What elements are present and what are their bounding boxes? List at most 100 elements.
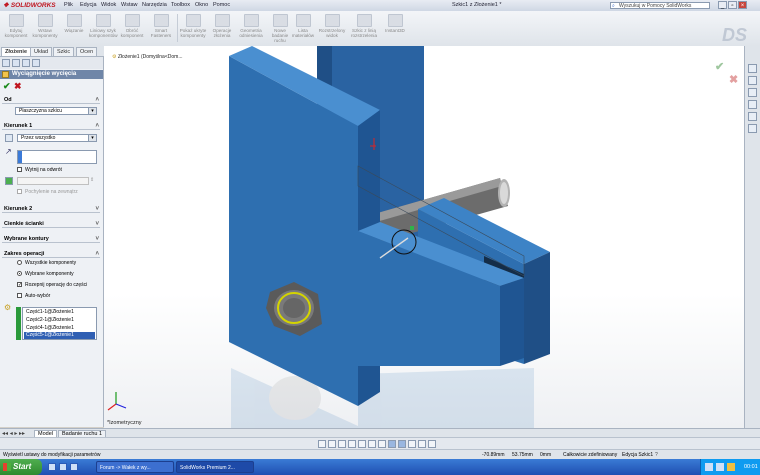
realview-icon[interactable] [418, 440, 426, 448]
configuration-icon[interactable] [22, 59, 30, 67]
selected-contours-group-header[interactable]: Wybrane kontury ˅ [2, 235, 100, 243]
command-manager: Edytuj komponent Wstaw komponenty Wiązan… [0, 11, 760, 47]
close-button[interactable]: × [738, 1, 747, 9]
spinner-icon[interactable]: ⇕ [90, 177, 94, 183]
propagate-checkbox[interactable]: ✓ [17, 282, 22, 288]
direction1-group-header[interactable]: Kierunek 1 ˄ [2, 122, 100, 130]
front-plate[interactable] [229, 46, 380, 406]
list-item-selected[interactable]: Część5-1@Złożenie1 [24, 332, 95, 339]
section-view-icon[interactable] [348, 440, 356, 448]
file-explorer-icon[interactable] [748, 88, 757, 97]
design-library-icon[interactable] [748, 76, 757, 85]
end-condition-select[interactable]: Przez wszystko ▾ [17, 134, 97, 142]
scope-all-radio[interactable] [17, 260, 22, 265]
from-group-header[interactable]: Od ˄ [2, 96, 100, 104]
tab-evaluate[interactable]: Ocen [76, 47, 98, 56]
tool-instant3d[interactable]: Instant3D [381, 14, 409, 33]
draft-angle-input[interactable] [17, 177, 89, 185]
direction-selection-box[interactable] [17, 150, 97, 164]
draft-icon[interactable] [5, 177, 13, 185]
tool-insert-components[interactable]: Wstaw komponenty [31, 14, 59, 38]
shadows-icon[interactable] [428, 440, 436, 448]
previous-view-icon[interactable] [338, 440, 346, 448]
restore-button[interactable]: ▫ [728, 1, 737, 9]
feature-scope-group-header[interactable]: Zakres operacji ˄ [2, 250, 100, 258]
thin-feature-group-header[interactable]: Cienkie ścianki ˅ [2, 220, 100, 228]
view-palette-icon[interactable] [748, 100, 757, 109]
menu-tools[interactable]: Narzędzia [142, 2, 167, 8]
tool-assembly-features[interactable]: Operacje złożenia [208, 14, 236, 38]
tool-smart-fasteners[interactable]: Smart Fasteners [147, 14, 175, 38]
start-button[interactable]: Start [0, 459, 42, 475]
zoom-area-icon[interactable] [328, 440, 336, 448]
network-icon[interactable] [705, 463, 713, 471]
tool-explode-line-sketch[interactable]: Szkic z linią rozstrzelenia [350, 14, 378, 38]
instant3d-icon [387, 14, 403, 27]
list-item[interactable]: Część1-1@Złożenie1 [24, 309, 95, 316]
ok-button[interactable]: ✔ [3, 81, 11, 92]
view-orientation-icon[interactable] [358, 440, 366, 448]
direction2-group-header[interactable]: Kierunek 2 ˅ [2, 205, 100, 213]
menu-insert[interactable]: Wstaw [121, 2, 138, 8]
menu-window[interactable]: Okno [195, 2, 208, 8]
scope-selected-radio[interactable] [17, 271, 22, 276]
volume-icon[interactable] [716, 463, 724, 471]
display-manager-icon[interactable] [32, 59, 40, 67]
panel-toolbar [0, 57, 103, 69]
tab-layout[interactable]: Układ [30, 47, 53, 56]
view-settings-icon[interactable] [408, 440, 416, 448]
menu-help[interactable]: Pomoc [213, 2, 230, 8]
list-item[interactable]: Część4-1@Złożenie1 [24, 325, 95, 332]
tab-assembly[interactable]: Złożenie [1, 47, 32, 56]
edit-appearance-icon[interactable] [388, 440, 396, 448]
cancel-button[interactable]: ✖ [14, 81, 22, 92]
tool-rotate-component[interactable]: Obróć komponent [118, 14, 146, 38]
zoom-to-fit-icon[interactable] [318, 440, 326, 448]
hide-show-items-icon[interactable] [378, 440, 386, 448]
menu-file[interactable]: Plik [64, 2, 73, 8]
apply-scene-icon[interactable] [398, 440, 406, 448]
feature-tree-icon[interactable] [2, 59, 10, 67]
show-desktop-icon[interactable] [48, 463, 56, 471]
tool-linear-pattern[interactable]: Liniowy szyk komponentów [89, 14, 118, 38]
draft-outward-checkbox[interactable] [17, 189, 22, 194]
tray-app-icon[interactable] [727, 463, 735, 471]
auto-select-checkbox[interactable] [17, 293, 22, 298]
minimize-button[interactable]: _ [718, 1, 727, 9]
tab-nav-arrows-icon[interactable]: ◂◂ ◂ ▸ ▸▸ [2, 430, 25, 437]
tool-exploded-view[interactable]: Rozstrzelony widok [318, 14, 346, 38]
reverse-direction-icon[interactable] [5, 134, 13, 142]
help-search-input[interactable]: ⌕ Wyszukuj w Pomocy SolidWorks [610, 2, 710, 9]
tool-show-hidden[interactable]: Pokaż ukryte komponenty [179, 14, 207, 38]
tool-reference-geometry[interactable]: Geometria odniesienia [237, 14, 265, 38]
custom-properties-icon[interactable] [748, 124, 757, 133]
components-list[interactable]: Część1-1@Złożenie1 Część2-1@Złożenie1 Cz… [22, 307, 97, 340]
flip-side-checkbox[interactable] [17, 167, 22, 172]
assembly-features-icon [214, 14, 230, 27]
show-hidden-icon [185, 14, 201, 27]
display-style-icon[interactable] [368, 440, 376, 448]
menu-edit[interactable]: Edycja [80, 2, 97, 8]
menu-view[interactable]: Widok [101, 2, 116, 8]
tool-bom[interactable]: Lista materiałów [289, 14, 317, 38]
clock[interactable]: 00:01 [744, 459, 758, 475]
browser-icon[interactable] [59, 463, 67, 471]
property-manager-icon[interactable] [12, 59, 20, 67]
confirm-corner-cancel-icon[interactable]: ✖ [729, 73, 738, 86]
taskbar-window-solidworks[interactable]: SolidWorks Premium 2... [176, 461, 254, 473]
graphics-viewport[interactable]: ⚙ Złożenie1 (Domyślna<Dom... ✔ ✖ *Izomet… [104, 46, 744, 428]
direction-arrow-icon[interactable]: ↗ [5, 147, 12, 156]
model-scene[interactable] [104, 46, 744, 428]
list-item[interactable]: Część2-1@Złożenie1 [24, 317, 95, 324]
tab-sketch[interactable]: Szkic [53, 47, 75, 56]
menu-toolbox[interactable]: Toolbox [171, 2, 190, 8]
solidworks-logo[interactable]: ❖ SOLIDWORKS [3, 1, 58, 10]
appearances-icon[interactable] [748, 112, 757, 121]
from-select[interactable]: Płaszczyzna szkicu ▾ [15, 107, 97, 115]
tool-mate[interactable]: Wiązanie [60, 14, 88, 33]
explorer-icon[interactable] [70, 463, 78, 471]
taskbar-window-forum[interactable]: Forum -> Wałek z wy... [96, 461, 174, 473]
resources-icon[interactable] [748, 64, 757, 73]
tool-edit-component[interactable]: Edytuj komponent [2, 14, 30, 38]
confirm-corner-ok-icon[interactable]: ✔ [715, 60, 724, 73]
